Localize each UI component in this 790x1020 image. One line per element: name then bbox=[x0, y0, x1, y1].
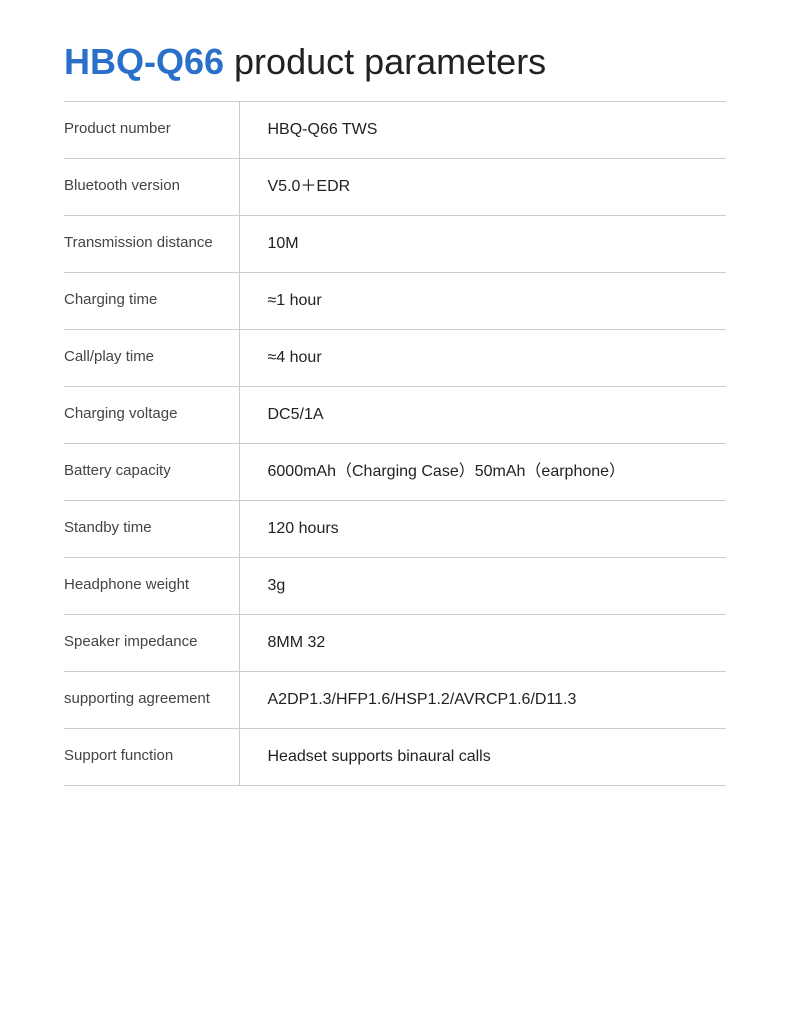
param-value: A2DP1.3/HFP1.6/HSP1.2/AVRCP1.6/D11.3 bbox=[239, 672, 726, 729]
param-value: 10M bbox=[239, 216, 726, 273]
param-value: DC5/1A bbox=[239, 387, 726, 444]
param-label: Product number bbox=[64, 102, 239, 159]
param-label: Support function bbox=[64, 729, 239, 786]
param-label: Charging voltage bbox=[64, 387, 239, 444]
param-value: 6000mAh（Charging Case）50mAh（earphone） bbox=[239, 444, 726, 501]
params-table: Product numberHBQ-Q66 TWSBluetooth versi… bbox=[64, 102, 726, 786]
table-row: Headphone weight3g bbox=[64, 558, 726, 615]
param-value: 120 hours bbox=[239, 501, 726, 558]
param-label: Transmission distance bbox=[64, 216, 239, 273]
table-row: Transmission distance10M bbox=[64, 216, 726, 273]
table-row: Call/play time≈4 hour bbox=[64, 330, 726, 387]
param-value: Headset supports binaural calls bbox=[239, 729, 726, 786]
param-label: Speaker impedance bbox=[64, 615, 239, 672]
product-brand: HBQ-Q66 bbox=[64, 41, 224, 82]
table-row: Speaker impedance8MM 32 bbox=[64, 615, 726, 672]
table-row: Standby time120 hours bbox=[64, 501, 726, 558]
param-value: HBQ-Q66 TWS bbox=[239, 102, 726, 159]
param-value: 8MM 32 bbox=[239, 615, 726, 672]
param-label: Battery capacity bbox=[64, 444, 239, 501]
param-label: Bluetooth version bbox=[64, 159, 239, 216]
table-row: Product numberHBQ-Q66 TWS bbox=[64, 102, 726, 159]
param-label: Charging time bbox=[64, 273, 239, 330]
table-row: Battery capacity6000mAh（Charging Case）50… bbox=[64, 444, 726, 501]
param-value: ≈4 hour bbox=[239, 330, 726, 387]
page-title: HBQ-Q66 product parameters bbox=[64, 40, 726, 83]
table-row: Charging time≈1 hour bbox=[64, 273, 726, 330]
table-row: Charging voltageDC5/1A bbox=[64, 387, 726, 444]
param-label: Standby time bbox=[64, 501, 239, 558]
table-row: Bluetooth versionV5.0＋EDR bbox=[64, 159, 726, 216]
param-label: Call/play time bbox=[64, 330, 239, 387]
param-value: 3g bbox=[239, 558, 726, 615]
page-title-rest: product parameters bbox=[224, 41, 546, 82]
table-row: Support functionHeadset supports binaura… bbox=[64, 729, 726, 786]
param-value: V5.0＋EDR bbox=[239, 159, 726, 216]
param-label: Headphone weight bbox=[64, 558, 239, 615]
table-row: supporting agreementA2DP1.3/HFP1.6/HSP1.… bbox=[64, 672, 726, 729]
param-label: supporting agreement bbox=[64, 672, 239, 729]
param-value: ≈1 hour bbox=[239, 273, 726, 330]
